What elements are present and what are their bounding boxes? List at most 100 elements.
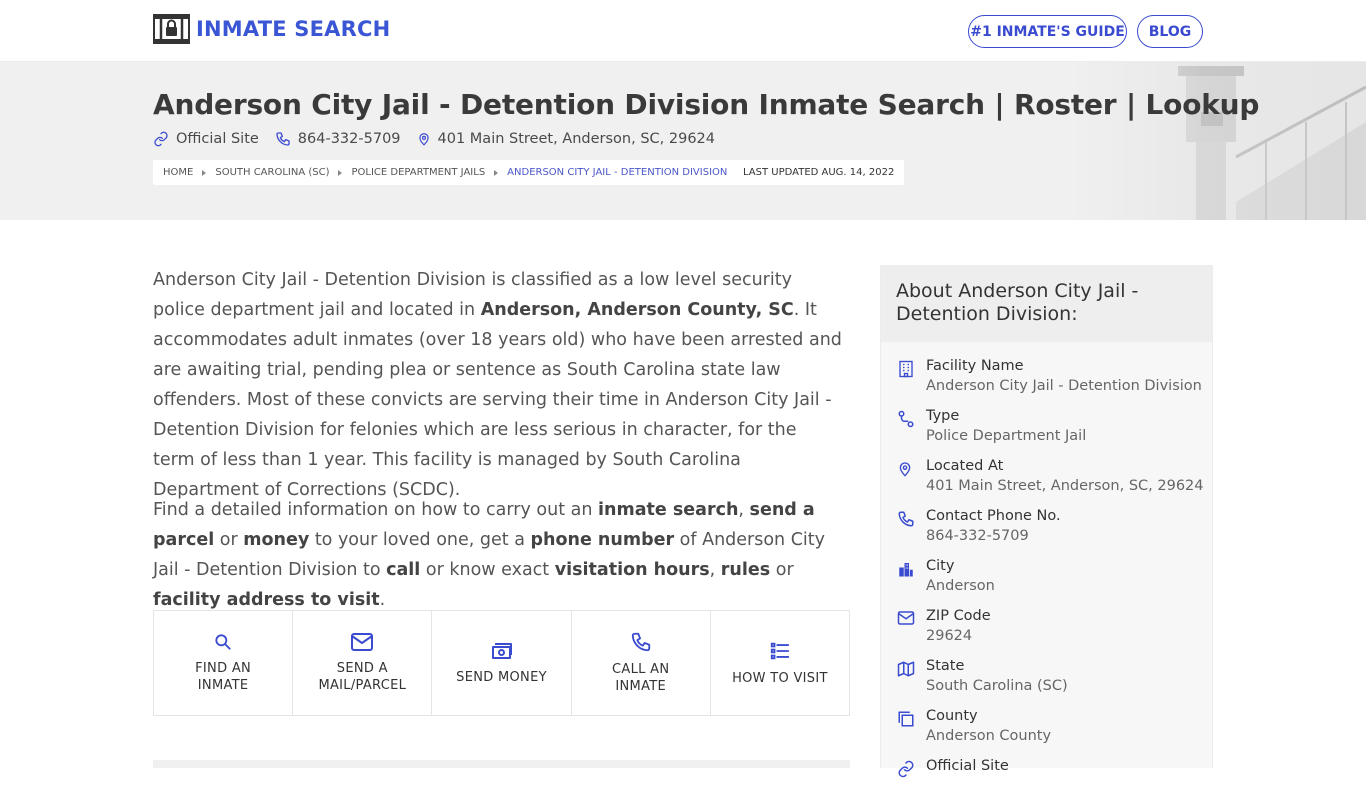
detail-value[interactable]: 864-332-5709 xyxy=(926,526,1061,546)
breadcrumb-current: ANDERSON CITY JAIL - DETENTION DIVISION xyxy=(507,167,728,178)
how-to-visit-tile[interactable]: HOW TO VISIT xyxy=(711,611,849,715)
phone-icon xyxy=(898,511,914,527)
search-icon xyxy=(215,634,231,650)
detail-value: Anderson xyxy=(926,578,995,594)
guide-paragraph: Find a detailed information on how to ca… xyxy=(153,495,843,615)
detail-value: 29624 xyxy=(926,628,973,644)
location-highlight: Anderson, Anderson County, SC xyxy=(480,300,794,320)
intro-paragraph: Anderson City Jail - Detention Division … xyxy=(153,265,843,505)
intro-text-cont: . It accommodates adult inmates (over 18… xyxy=(153,300,842,500)
address-link[interactable]: 401 Main Street, Anderson, SC, 29624 xyxy=(417,131,716,147)
action-label: INMATE xyxy=(197,678,249,693)
facility-meta: Official Site 864-332-5709 401 Main Stre… xyxy=(153,131,731,147)
detail-official-site: Official Site xyxy=(881,756,1212,806)
chevron-right-icon xyxy=(494,169,499,176)
phone-icon xyxy=(276,132,290,146)
guide-text: to your loved one, get a xyxy=(309,530,531,550)
detail-city: City Anderson xyxy=(881,556,1212,606)
map-icon xyxy=(897,661,915,677)
detail-label: County xyxy=(926,708,978,724)
city-icon xyxy=(899,563,913,577)
guide-text: , xyxy=(738,500,750,520)
guide-text: . xyxy=(379,590,386,610)
route-icon xyxy=(898,410,914,428)
detail-facility-name: Facility Name Anderson City Jail - Detent… xyxy=(881,356,1212,406)
detail-label: Official Site xyxy=(926,758,1009,774)
detail-contact-phone: Contact Phone No. 864-332-5709 xyxy=(881,506,1212,556)
action-tiles: FIND AN INMATE SEND A MAIL/PARCEL SEND M… xyxy=(153,610,850,716)
keyword-rules: rules xyxy=(720,560,771,580)
phone-link[interactable]: 864-332-5709 xyxy=(275,131,401,147)
action-label: SEND A xyxy=(336,661,388,676)
breadcrumb-state[interactable]: SOUTH CAROLINA (SC) xyxy=(215,167,329,178)
keyword-call: call xyxy=(386,560,421,580)
action-label: INMATE xyxy=(615,679,667,694)
detail-state: State South Carolina (SC) xyxy=(881,656,1212,706)
action-label: HOW TO VISIT xyxy=(732,670,828,686)
logo-text: INMATE SEARCH xyxy=(196,17,391,41)
keyword-money: money xyxy=(243,530,310,550)
mail-icon xyxy=(351,633,374,651)
building-icon xyxy=(899,360,913,378)
phone-icon xyxy=(631,632,650,652)
keyword-facility-address: facility address to visit xyxy=(153,590,380,610)
call-inmate-tile[interactable]: CALL AN INMATE xyxy=(572,611,711,715)
site-logo[interactable]: INMATE SEARCH xyxy=(153,14,390,44)
hero-banner: Anderson City Jail - Detention Division … xyxy=(0,62,1366,220)
next-section-edge xyxy=(153,760,850,768)
guide-text: or know exact xyxy=(420,560,555,580)
guide-text: or xyxy=(214,530,244,550)
list-icon xyxy=(770,642,790,659)
map-pin-icon xyxy=(418,133,429,146)
detail-value: Police Department Jail xyxy=(926,428,1087,444)
detail-value: 401 Main Street, Anderson, SC, 29624 xyxy=(926,478,1204,494)
detail-type: Type Police Department Jail xyxy=(881,406,1212,456)
detail-located-at: Located At 401 Main Street, Anderson, SC,… xyxy=(881,456,1212,506)
page-title: Anderson City Jail - Detention Division … xyxy=(153,88,1260,121)
detail-label: Located At xyxy=(926,458,1004,474)
breadcrumb-category[interactable]: POLICE DEPARTMENT JAILS xyxy=(351,167,485,178)
action-label: MAIL/PARCEL xyxy=(318,678,407,693)
about-sidebar: About Anderson City Jail - Detention Div… xyxy=(880,265,1213,778)
jail-logo-icon xyxy=(153,14,190,44)
map-pin-icon xyxy=(899,462,911,477)
detail-label: City xyxy=(926,558,955,574)
official-site-label: Official Site xyxy=(176,131,259,147)
chevron-right-icon xyxy=(338,169,343,176)
action-label: FIND AN xyxy=(195,661,252,676)
keyword-phone-number: phone number xyxy=(530,530,675,550)
inmates-guide-button[interactable]: #1 INMATE'S GUIDE xyxy=(968,15,1127,48)
facility-details-list: Facility Name Anderson City Jail - Detent… xyxy=(881,342,1212,806)
detail-label: Facility Name xyxy=(926,358,1024,374)
action-label: CALL AN xyxy=(612,662,670,677)
prison-tower-illustration xyxy=(1066,62,1366,220)
chevron-right-icon xyxy=(202,169,207,176)
send-mail-tile[interactable]: SEND A MAIL/PARCEL xyxy=(293,611,433,715)
detail-value: Anderson County xyxy=(926,728,1052,744)
mail-icon xyxy=(897,611,915,625)
detail-label: Contact Phone No. xyxy=(926,508,1061,524)
sidebar-title: About Anderson City Jail - Detention Div… xyxy=(881,266,1212,342)
link-icon xyxy=(154,131,168,147)
top-navbar: INMATE SEARCH #1 INMATE'S GUIDE BLOG xyxy=(0,0,1366,62)
detail-zip: ZIP Code 29624 xyxy=(881,606,1212,656)
detail-label: ZIP Code xyxy=(926,608,991,624)
guide-text: Find a detailed information on how to ca… xyxy=(153,500,599,520)
guide-text: or xyxy=(770,560,794,580)
find-inmate-tile[interactable]: FIND AN INMATE xyxy=(154,611,294,715)
detail-value: South Carolina (SC) xyxy=(926,678,1068,694)
last-updated-badge: LAST UPDATED AUG. 14, 2022 xyxy=(733,160,905,185)
send-money-tile[interactable]: SEND MONEY xyxy=(432,611,572,715)
keyword-inmate-search: inmate search xyxy=(598,500,739,520)
address-text: 401 Main Street, Anderson, SC, 29624 xyxy=(437,131,716,147)
official-site-link[interactable]: Official Site xyxy=(153,131,259,147)
breadcrumb: HOME SOUTH CAROLINA (SC) POLICE DEPARTME… xyxy=(153,160,738,185)
action-label: SEND MONEY xyxy=(456,669,547,685)
detail-label: Type xyxy=(926,408,960,424)
blog-button[interactable]: BLOG xyxy=(1137,15,1203,48)
copy-icon xyxy=(898,711,914,727)
guide-text: , xyxy=(709,560,721,580)
detail-value: Anderson City Jail - Detention Division xyxy=(926,378,1202,394)
breadcrumb-home[interactable]: HOME xyxy=(163,167,193,178)
keyword-visitation-hours: visitation hours xyxy=(554,560,710,580)
